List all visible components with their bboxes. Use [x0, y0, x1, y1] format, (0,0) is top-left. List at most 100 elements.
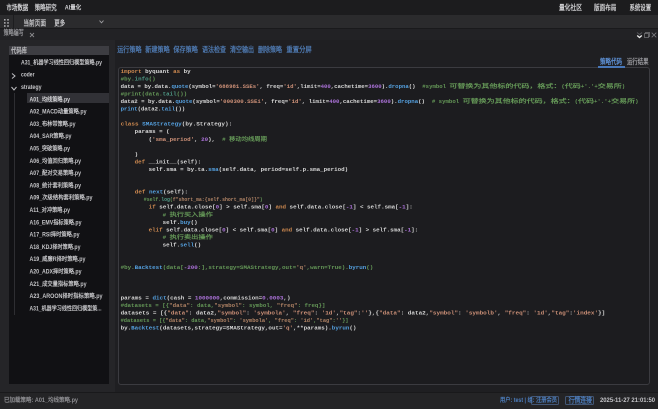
svg-text:]: ] [226, 226, 230, 233]
svg-text:),: ), [208, 136, 215, 143]
svg-text:def: def [135, 189, 146, 196]
svg-text:'sma_period': 'sma_period' [152, 136, 194, 143]
svg-text:data,: data, [191, 317, 207, 324]
svg-text:0.0003: 0.0003 [262, 294, 284, 301]
svg-text:(self.data,: (self.data, [219, 166, 258, 173]
svg-text:交易所: 交易所 [611, 97, 635, 105]
svg-text:策略代码: 策略代码 [599, 57, 622, 66]
svg-text:freq=: freq= [271, 98, 289, 105]
svg-text:coder: coder [21, 73, 35, 79]
svg-text:=: = [141, 98, 145, 105]
svg-text:(): () [349, 325, 356, 332]
svg-text:(): () [418, 98, 425, 105]
svg-text:'1d': '1d' [533, 309, 547, 316]
svg-text:系统设置: 系统设置 [630, 3, 652, 12]
svg-text:A18_KDJ择时策略.py: A18_KDJ择时策略.py [30, 243, 82, 251]
svg-text:,: , [268, 317, 271, 324]
svg-text:重置分屏: 重置分屏 [286, 45, 311, 54]
svg-text:移动均线周期: 移动均线周期 [229, 135, 267, 143]
svg-text:buy: buy [180, 219, 191, 226]
svg-text:by.ta.: by.ta. [187, 166, 208, 173]
svg-text:Backtest: Backtest [135, 264, 163, 271]
svg-text:更多: 更多 [54, 19, 65, 28]
svg-text:"freq": "freq" [275, 317, 294, 324]
svg-text:symbol: symbol [439, 98, 460, 105]
svg-text:import: import [121, 68, 142, 75]
svg-text:#by.: #by. [121, 75, 135, 82]
svg-text:]:: ]: [406, 204, 413, 211]
svg-text:#: # [163, 211, 167, 218]
svg-text::: : [298, 302, 301, 309]
svg-text:,: , [194, 136, 198, 143]
svg-text:'index': 'index' [573, 309, 598, 316]
svg-text:"symbol": "symbol" [218, 309, 247, 316]
svg-text:执行买入操作: 执行买入操作 [170, 210, 213, 218]
svg-text:tail: tail [161, 106, 175, 113]
svg-text:>: > [366, 226, 370, 233]
svg-text:#by.: #by. [121, 264, 135, 271]
svg-text:#print(data.: #print(data. [121, 90, 163, 97]
svg-text::: : [233, 317, 236, 324]
svg-text:class: class [121, 121, 140, 128]
svg-text:freq=: freq= [266, 83, 283, 90]
svg-text:,cachetime=: ,cachetime= [331, 83, 369, 90]
svg-text:quote: quote [175, 98, 193, 105]
svg-text:(data2.: (data2. [138, 106, 162, 113]
svg-text:交易所: 交易所 [598, 82, 622, 90]
svg-text:self.: self. [163, 241, 181, 248]
svg-text:#datasets: #datasets [121, 317, 150, 324]
svg-text:2025-11-27 21:01:50: 2025-11-27 21:01:50 [600, 397, 655, 404]
svg-text:"tag": "tag" [551, 309, 569, 316]
svg-text:,cachetime=: ,cachetime= [339, 98, 377, 105]
svg-text:SMAStrategy: SMAStrategy [142, 121, 182, 128]
svg-text:,: , [302, 98, 305, 105]
svg-text:def: def [135, 158, 146, 165]
svg-text:}]: }] [342, 317, 348, 324]
svg-text:): ) [635, 98, 638, 105]
svg-text:by.data.: by.data. [148, 98, 175, 105]
svg-text:+'.'+: +'.'+ [581, 83, 598, 90]
svg-text:运行策略: 运行策略 [117, 45, 142, 54]
svg-text:sell: sell [180, 241, 195, 248]
svg-text::: : [185, 317, 188, 324]
svg-text:]: ] [359, 226, 363, 233]
svg-text:data2,: data2, [408, 309, 430, 316]
svg-text:可替换为其他标的代码，格式：: 可替换为其他标的代码，格式： [463, 97, 575, 105]
svg-text:+'.'+: +'.'+ [594, 98, 612, 105]
svg-text:,commission=: ,commission= [220, 294, 263, 301]
svg-text:dropna: dropna [398, 98, 419, 105]
svg-text:quote: quote [171, 83, 188, 90]
svg-text:代码库: 代码库 [10, 46, 27, 55]
svg-text:data2: data2 [121, 98, 139, 105]
svg-text:A23_AROON择时指标策略.py: A23_AROON择时指标策略.py [30, 292, 104, 300]
svg-text:量化社区: 量化社区 [559, 3, 582, 12]
svg-text:,): ,) [283, 294, 290, 301]
svg-text:symbol,: symbol, [249, 302, 273, 309]
svg-text:A02_MACD动量策略.py: A02_MACD动量策略.py [30, 108, 88, 116]
svg-text:A11_对冲策略.py: A11_对冲策略.py [30, 206, 71, 214]
svg-text:"tag": "tag" [316, 317, 332, 324]
svg-text:byrun: byrun [349, 264, 367, 271]
svg-text:sma: sma [208, 166, 219, 173]
svg-text:#: # [163, 234, 167, 241]
svg-text:dropna: dropna [388, 83, 409, 90]
svg-text:params: params [135, 128, 157, 135]
svg-text:(symbol=: (symbol= [192, 98, 220, 105]
svg-text:by: by [184, 68, 192, 75]
svg-text:3600: 3600 [377, 98, 391, 105]
svg-text:as: as [173, 68, 181, 75]
svg-text:策略研究: 策略研究 [34, 3, 57, 12]
svg-text:]: ] [219, 204, 223, 211]
svg-text:self.data.close[: self.data.close[ [296, 226, 352, 233]
svg-text:if: if [149, 204, 157, 211]
svg-text:=: = [180, 166, 184, 173]
svg-text:,: , [286, 309, 290, 316]
svg-text:period=self.p.sma_period): period=self.p.sma_period) [261, 166, 349, 173]
svg-text:): ) [135, 151, 139, 158]
svg-text:市场数据: 市场数据 [6, 3, 29, 12]
svg-text:(by.Strategy):: (by.Strategy): [182, 121, 232, 128]
svg-text:策略编写: 策略编写 [3, 28, 24, 37]
svg-text:=: = [159, 128, 163, 135]
svg-text:,**params).: ,**params). [293, 325, 332, 332]
svg-text:A16_EMV指标策略.py: A16_EMV指标策略.py [30, 218, 83, 226]
